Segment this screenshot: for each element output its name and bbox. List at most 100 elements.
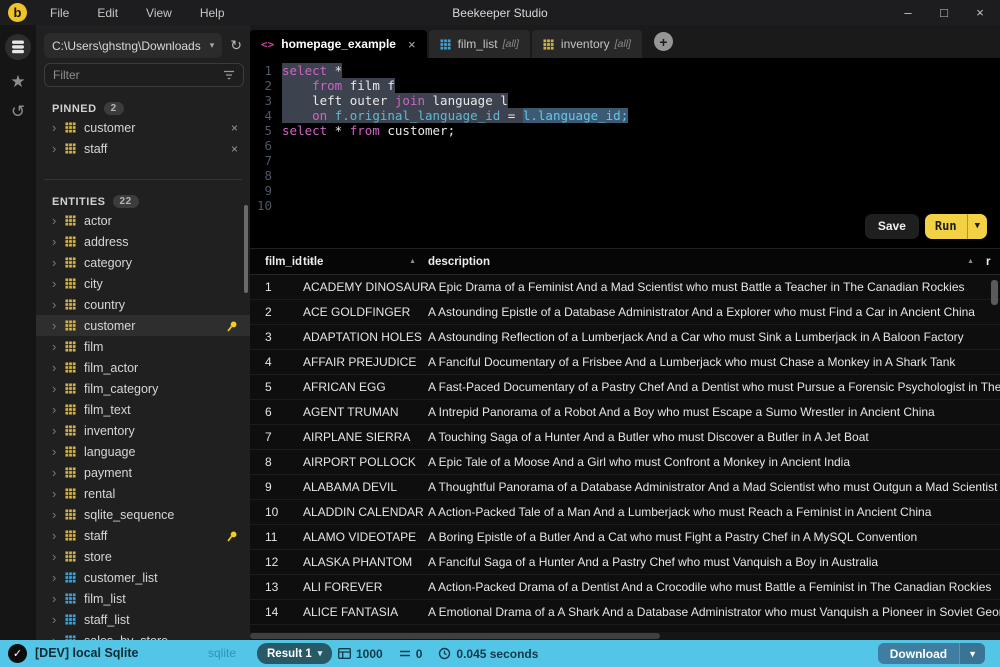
download-button[interactable]: Download ▼ [878, 643, 985, 664]
table-row[interactable]: 3ADAPTATION HOLESA Astounding Reflection… [250, 325, 1000, 350]
maximize-button[interactable]: □ [932, 0, 956, 25]
chevron-right-icon[interactable]: › [52, 424, 65, 437]
new-tab-button[interactable]: + [654, 32, 673, 51]
history-icon[interactable]: ↺ [11, 103, 25, 120]
run-dropdown-caret-icon[interactable]: ▼ [967, 214, 987, 239]
table-row[interactable]: 6AGENT TRUMANA Intrepid Panorama of a Ro… [250, 400, 1000, 425]
menu-help[interactable]: Help [189, 4, 236, 22]
unpin-icon[interactable]: × [231, 121, 238, 135]
entity-inventory[interactable]: ›inventory [36, 420, 250, 441]
chevron-right-icon[interactable]: › [52, 466, 65, 479]
table-row[interactable]: 12ALASKA PHANTOMA Fanciful Saga of a Hun… [250, 550, 1000, 575]
entity-sqlite_sequence[interactable]: ›sqlite_sequence [36, 504, 250, 525]
entity-film_actor[interactable]: ›film_actor [36, 357, 250, 378]
chevron-right-icon[interactable]: › [52, 340, 65, 353]
entity-customer[interactable]: ›customer [36, 315, 250, 336]
column-header-partial[interactable]: r [986, 256, 1000, 268]
vertical-scrollbar[interactable] [991, 280, 998, 305]
refresh-icon[interactable]: ↻ [230, 37, 242, 54]
entity-film_category[interactable]: ›film_category [36, 378, 250, 399]
table-row[interactable]: 8AIRPORT POLLOCKA Epic Tale of a Moose A… [250, 450, 1000, 475]
favorites-star-icon[interactable]: ★ [10, 73, 25, 90]
entity-store[interactable]: ›store [36, 546, 250, 567]
chevron-right-icon[interactable]: › [52, 142, 65, 155]
code-line: 8 [250, 168, 1000, 183]
table-row[interactable]: 9ALABAMA DEVILA Thoughtful Panorama of a… [250, 475, 1000, 500]
chevron-right-icon[interactable]: › [52, 445, 65, 458]
table-row[interactable]: 14ALICE FANTASIAA Emotional Drama of a A… [250, 600, 1000, 625]
entity-film[interactable]: ›film [36, 336, 250, 357]
sort-arrow-icon[interactable]: ▲ [967, 258, 974, 265]
chevron-right-icon[interactable]: › [52, 487, 65, 500]
close-button[interactable]: × [968, 0, 992, 25]
entity-country[interactable]: ›country [36, 294, 250, 315]
entity-category[interactable]: ›category [36, 252, 250, 273]
entity-staff[interactable]: ›staff [36, 525, 250, 546]
entity-actor[interactable]: ›actor [36, 210, 250, 231]
run-label[interactable]: Run [925, 214, 967, 239]
chevron-right-icon[interactable]: › [52, 571, 65, 584]
chevron-right-icon[interactable]: › [52, 277, 65, 290]
connection-select[interactable]: C:\Users\ghstng\Downloads ▾ [44, 33, 222, 58]
tab-inventory[interactable]: inventory[all] [532, 30, 642, 58]
pinned-item-customer[interactable]: ›customer× [36, 117, 250, 138]
table-row[interactable]: 1ACADEMY DINOSAURA Epic Drama of a Femin… [250, 275, 1000, 300]
sort-arrow-icon[interactable]: ▲ [409, 258, 416, 265]
sql-editor[interactable]: 1select *2 from film f3 left outer join … [250, 58, 1000, 248]
column-label: film_id [265, 256, 302, 268]
chevron-right-icon[interactable]: › [52, 235, 65, 248]
menu-view[interactable]: View [135, 4, 183, 22]
chevron-right-icon[interactable]: › [52, 403, 65, 416]
entity-language[interactable]: ›language [36, 441, 250, 462]
chevron-right-icon[interactable]: › [52, 361, 65, 374]
entity-address[interactable]: ›address [36, 231, 250, 252]
chevron-right-icon[interactable]: › [52, 613, 65, 626]
table-grid-icon [65, 425, 76, 436]
tab-film_list[interactable]: film_list[all] [429, 30, 530, 58]
chevron-right-icon[interactable]: › [52, 319, 65, 332]
entity-payment[interactable]: ›payment [36, 462, 250, 483]
unpin-icon[interactable]: × [231, 142, 238, 156]
horizontal-scrollbar[interactable] [250, 633, 660, 639]
entity-customer_list[interactable]: › customer_list [36, 567, 250, 588]
column-header-film-id[interactable]: film_id ▲ [250, 256, 303, 268]
database-icon[interactable] [5, 34, 31, 60]
table-row[interactable]: 2ACE GOLDFINGERA Astounding Epistle of a… [250, 300, 1000, 325]
table-row[interactable]: 5AFRICAN EGGA Fast-Paced Documentary of … [250, 375, 1000, 400]
table-row[interactable]: 13ALI FOREVERA Action-Packed Drama of a … [250, 575, 1000, 600]
column-header-title[interactable]: title ▲ [303, 256, 428, 268]
entity-sales_by_store[interactable]: ›sales_by_store [36, 630, 250, 640]
entity-film_list[interactable]: ›film_list [36, 588, 250, 609]
menu-file[interactable]: File [39, 4, 80, 22]
minimize-button[interactable]: – [896, 0, 920, 25]
tab-homepage_example[interactable]: <>homepage_example× [250, 30, 427, 58]
pinned-item-staff[interactable]: ›staff× [36, 138, 250, 159]
entity-film_text[interactable]: ›film_text [36, 399, 250, 420]
save-button[interactable]: Save [865, 214, 919, 239]
menu-edit[interactable]: Edit [86, 4, 129, 22]
table-row[interactable]: 11ALAMO VIDEOTAPEA Boring Epistle of a B… [250, 525, 1000, 550]
filter-input[interactable] [53, 68, 223, 82]
column-header-description[interactable]: description ▲ [428, 256, 986, 268]
entity-rental[interactable]: ›rental [36, 483, 250, 504]
chevron-right-icon[interactable]: › [52, 529, 65, 542]
table-row[interactable]: 15ALIEN CENTERA Brilliant Drama of a Car… [250, 625, 1000, 632]
tab-close-icon[interactable]: × [408, 37, 416, 52]
chevron-right-icon[interactable]: › [52, 550, 65, 563]
table-row[interactable]: 7AIRPLANE SIERRAA Touching Saga of a Hun… [250, 425, 1000, 450]
chevron-right-icon[interactable]: › [52, 508, 65, 521]
chevron-right-icon[interactable]: › [52, 298, 65, 311]
result-selector[interactable]: Result 1 ▾ [257, 643, 332, 664]
entity-name: customer_list [84, 571, 158, 585]
chevron-right-icon[interactable]: › [52, 256, 65, 269]
chevron-right-icon[interactable]: › [52, 382, 65, 395]
run-button[interactable]: Run ▼ [925, 214, 987, 239]
table-row[interactable]: 10ALADDIN CALENDARA Action-Packed Tale o… [250, 500, 1000, 525]
table-row[interactable]: 4AFFAIR PREJUDICEA Fanciful Documentary … [250, 350, 1000, 375]
entity-city[interactable]: ›city [36, 273, 250, 294]
chevron-right-icon[interactable]: › [52, 214, 65, 227]
chevron-right-icon[interactable]: › [52, 121, 65, 134]
sidebar-scrollbar[interactable] [244, 205, 248, 293]
entity-staff_list[interactable]: ›staff_list [36, 609, 250, 630]
chevron-right-icon[interactable]: › [52, 592, 65, 605]
